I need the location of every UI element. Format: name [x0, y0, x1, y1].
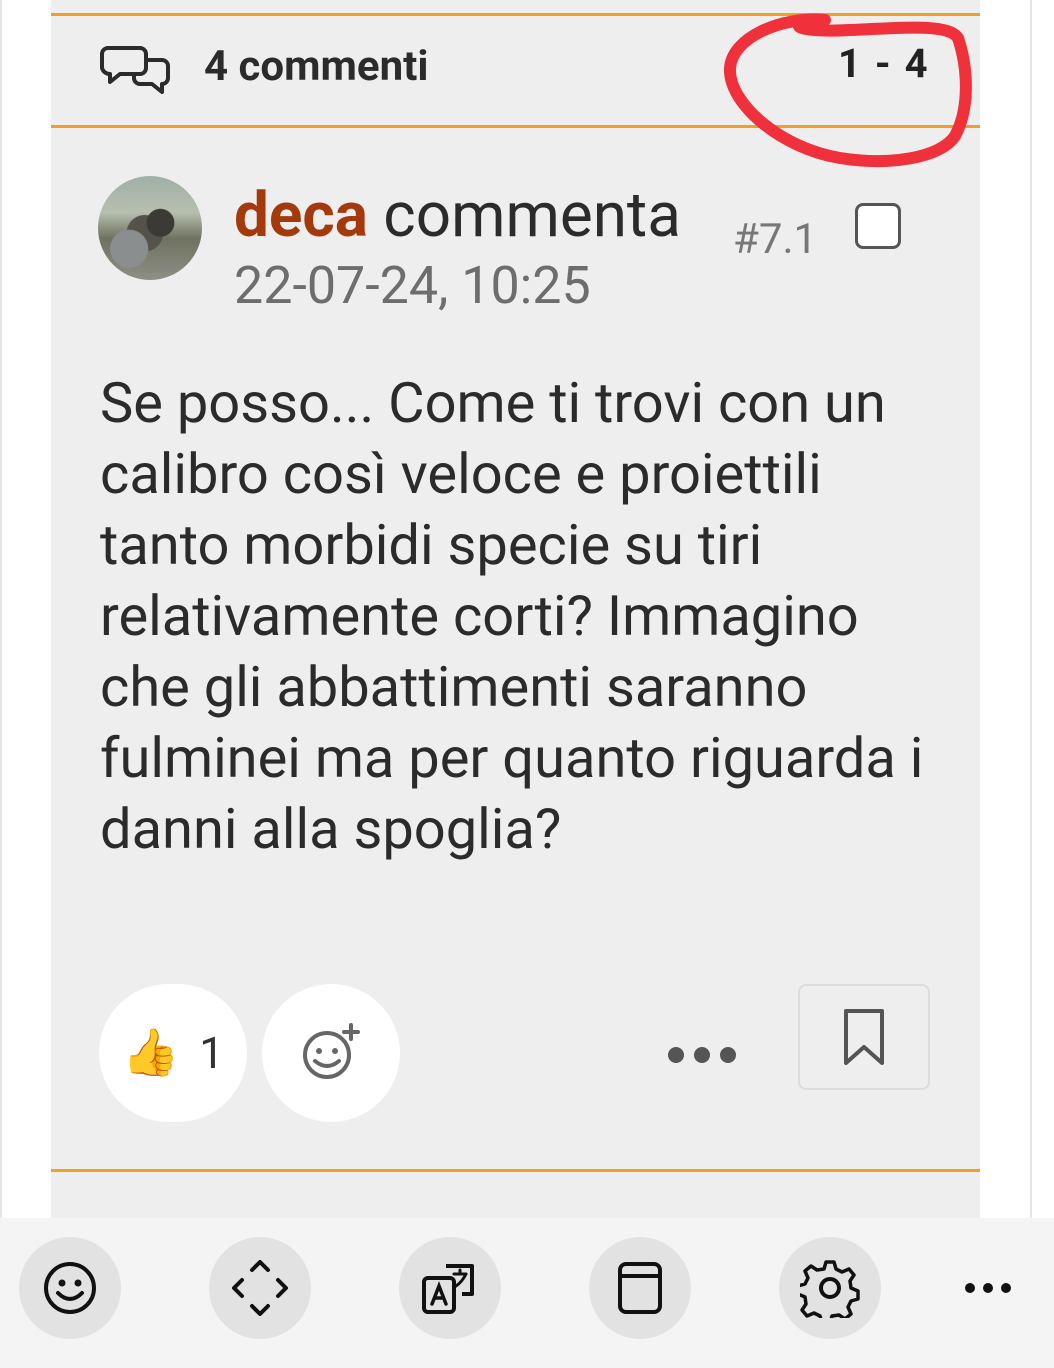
comments-count-title: 4 commenti — [204, 42, 429, 91]
comment-timestamp: 22-07-24, 10:25 — [234, 255, 591, 316]
like-count: 1 — [199, 1027, 224, 1079]
comments-range: 1 - 4 — [838, 40, 930, 87]
translate-icon — [422, 1264, 474, 1314]
author-line: deca commenta — [234, 180, 681, 252]
author-name[interactable]: deca — [234, 179, 368, 252]
expand-arrows-icon — [232, 1260, 288, 1316]
settings-gear-icon — [800, 1260, 860, 1318]
add-emoji-icon — [303, 1023, 360, 1079]
clipboard-icon — [618, 1262, 662, 1314]
bottom-toolbar — [0, 1218, 1054, 1368]
settings-button[interactable] — [779, 1237, 881, 1339]
bottom-divider — [51, 1169, 980, 1172]
bookmark-button[interactable] — [798, 984, 930, 1090]
comment-number[interactable]: #7.1 — [733, 215, 817, 264]
cursor-move-button[interactable] — [209, 1237, 311, 1339]
more-options-icon[interactable] — [664, 1040, 740, 1070]
thumbs-up-icon: 👍 — [121, 1026, 180, 1080]
select-checkbox[interactable] — [855, 203, 901, 249]
clipboard-button[interactable] — [589, 1237, 691, 1339]
comment-body: Se posso... Come ti trovi con un calibro… — [100, 370, 924, 862]
like-button[interactable]: 👍 1 — [99, 984, 247, 1122]
translate-button[interactable] — [399, 1237, 501, 1339]
add-reaction-button[interactable] — [262, 984, 400, 1122]
header-divider — [51, 125, 980, 128]
toolbar-more-button[interactable] — [958, 1268, 1018, 1308]
bookmark-icon — [844, 1009, 884, 1065]
emoji-button[interactable] — [19, 1237, 121, 1339]
avatar[interactable] — [98, 176, 202, 280]
right-edge-line — [1030, 0, 1032, 1218]
left-edge-line — [0, 0, 2, 1218]
top-divider — [51, 13, 980, 16]
chat-bubbles-icon — [100, 46, 170, 94]
more-dots-icon — [965, 1283, 1011, 1293]
comment-action: commenta — [383, 179, 681, 252]
emoji-icon — [44, 1262, 96, 1314]
